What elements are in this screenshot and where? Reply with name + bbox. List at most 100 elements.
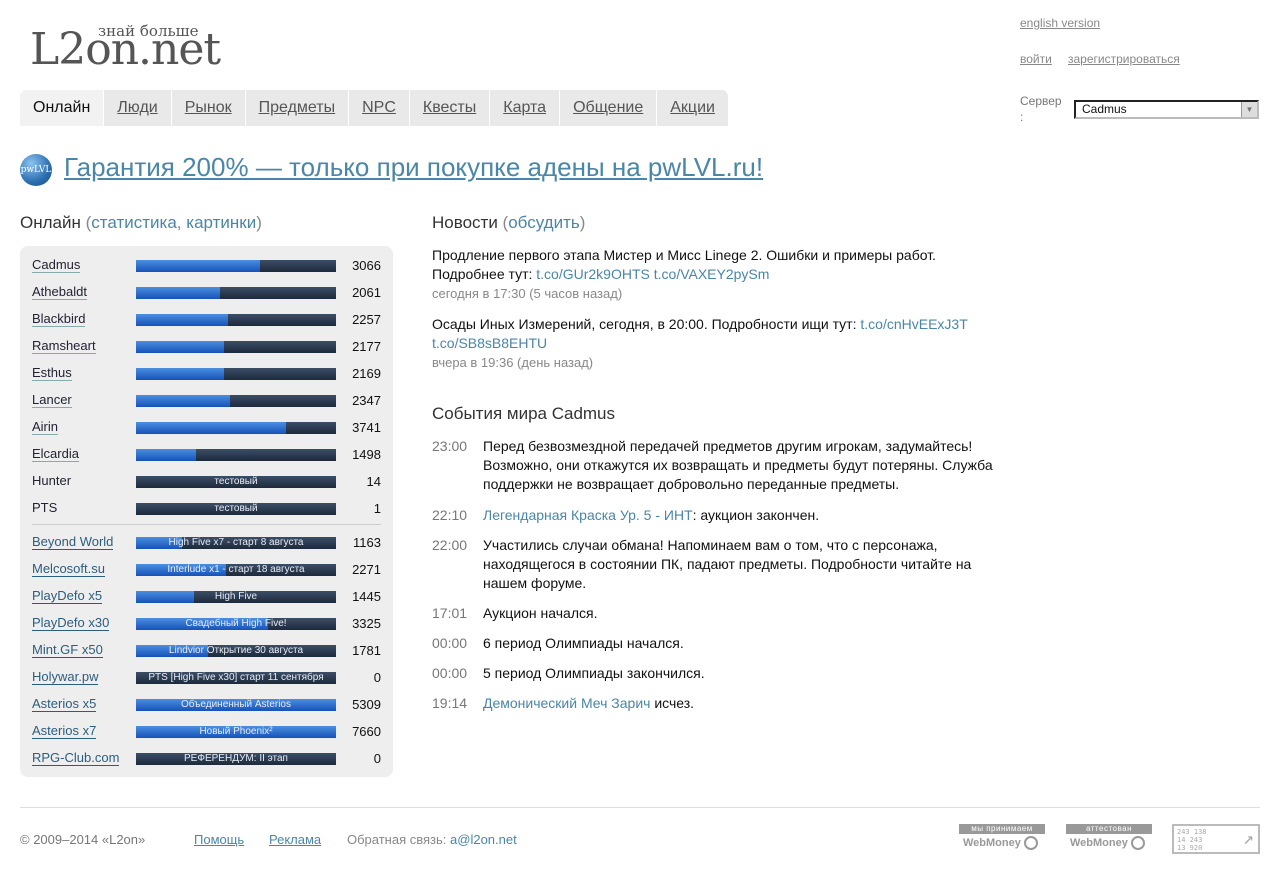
news-link[interactable]: t.co/GUr2k9OHTS <box>536 266 650 282</box>
event-time: 22:10 <box>432 507 468 523</box>
external-arrow-icon: ↗ <box>1243 828 1254 849</box>
chevron-down-icon[interactable]: ▼ <box>1241 102 1257 117</box>
event-item-link[interactable]: Демонический Меч Зарич <box>483 695 650 711</box>
server-name-link[interactable]: Elcardia <box>32 447 79 462</box>
promo-banner-link[interactable]: Гарантия 200% — только при покупке адены… <box>64 152 763 183</box>
event-item-link[interactable]: Легендарная Краска Ур. 5 - ИНТ <box>483 507 693 523</box>
event-text: Перед безвозмездной передачей предметов … <box>483 438 993 492</box>
server-select[interactable]: Cadmus ▼ <box>1074 100 1259 119</box>
feedback-email-link[interactable]: a@l2on.net <box>450 832 517 847</box>
online-bar-fill <box>136 341 224 353</box>
server-name-link[interactable]: Lancer <box>32 393 72 408</box>
server-name-link[interactable]: PlayDefo x30 <box>32 616 110 631</box>
online-bar-fill <box>136 314 228 326</box>
server-name-link[interactable]: Esthus <box>32 366 72 381</box>
server-name-link[interactable]: Holywar.pw <box>32 670 99 685</box>
tab-online[interactable]: Онлайн <box>20 90 105 126</box>
paren: ) <box>256 213 262 232</box>
online-bar-fill <box>136 260 260 272</box>
online-count: 2257 <box>352 312 381 327</box>
online-count: 0 <box>373 751 381 766</box>
tab-promotions[interactable]: Акции <box>657 90 729 126</box>
server-row: Cadmus 3066 <box>32 256 381 276</box>
footer-divider <box>20 807 1260 808</box>
online-bar <box>136 395 336 407</box>
event-text: Участились случаи обмана! Напоминаем вам… <box>483 537 972 591</box>
online-bar: тестовый <box>136 476 336 488</box>
online-bar-label: High Five x7 - старт 8 августа <box>168 537 304 548</box>
english-version-link[interactable]: english version <box>1020 16 1100 30</box>
pwlvl-logo-icon: pwLVL <box>20 154 52 186</box>
visit-counter[interactable]: 243 138 14 243 13 920 ↗ <box>1172 824 1260 854</box>
paren: ) <box>579 213 586 232</box>
online-count: 3741 <box>352 420 381 435</box>
site-logo[interactable]: знай больше L2on.net <box>30 22 221 72</box>
online-bar: High Five x7 - старт 8 августа <box>136 537 336 549</box>
server-name-link[interactable]: RPG-Club.com <box>32 751 120 766</box>
tab-items[interactable]: Предметы <box>245 90 350 126</box>
online-bar: Свадебный High Five! <box>136 618 336 630</box>
server-name-link: PTS <box>32 500 58 515</box>
server-label: Сервер : <box>1020 94 1062 124</box>
server-name-link[interactable]: Beyond World <box>32 535 114 550</box>
tab-quests[interactable]: Квесты <box>409 90 491 126</box>
webmoney-accept-badge[interactable]: мы принимаем WebMoney <box>959 824 1045 853</box>
discuss-link[interactable]: обсудить <box>508 213 580 232</box>
server-name-link[interactable]: Asterios x5 <box>32 697 97 712</box>
pictures-link[interactable]: картинки <box>186 213 256 232</box>
online-count: 2177 <box>352 339 381 354</box>
online-bar-fill <box>136 287 220 299</box>
online-bar-label: PTS [High Five x30] старт 11 сентября <box>148 672 324 683</box>
server-name-link[interactable]: Blackbird <box>32 312 86 327</box>
webmoney-attested-badge[interactable]: аттестован WebMoney <box>1066 824 1152 853</box>
online-heading: Онлайн (статистика, картинки) <box>20 213 262 233</box>
event-time: 22:00 <box>432 537 468 553</box>
online-bar-fill <box>136 422 286 434</box>
server-name-link[interactable]: PlayDefo x5 <box>32 589 103 604</box>
news-title: Новости <box>432 213 498 232</box>
login-link[interactable]: войти <box>1020 52 1052 66</box>
badge-bottom-text: WebMoney <box>1070 837 1128 849</box>
online-bar-label: Lindvior Открытие 30 августа <box>168 645 304 656</box>
online-bar <box>136 449 336 461</box>
online-bar-label: Новый Phoenix² <box>199 726 273 737</box>
ads-link[interactable]: Реклама <box>269 832 321 847</box>
server-name-link[interactable]: Cadmus <box>32 258 81 273</box>
online-bar: PTS [High Five x30] старт 11 сентября <box>136 672 336 684</box>
event-text: 5 период Олимпиады закончился. <box>483 665 705 681</box>
badge-top-text: аттестован <box>1066 824 1152 834</box>
online-bar <box>136 287 336 299</box>
events-heading: События мира Cadmus <box>432 404 616 423</box>
server-row: Mint.GF x50 Lindvior Открытие 30 августа 1… <box>32 641 381 661</box>
tab-map[interactable]: Карта <box>490 90 561 126</box>
online-count: 2061 <box>352 285 381 300</box>
server-name-link[interactable]: Ramsheart <box>32 339 96 354</box>
server-row: Melcosoft.su Interlude x1 - старт 18 авгу… <box>32 560 381 580</box>
tab-market[interactable]: Рынок <box>171 90 246 126</box>
server-name-link[interactable]: Athebaldt <box>32 285 87 300</box>
divider <box>32 524 381 525</box>
news-link[interactable]: t.co/SB8sB8EHTU <box>432 335 547 351</box>
statistics-link[interactable]: статистика <box>91 213 177 232</box>
help-link[interactable]: Помощь <box>194 832 244 847</box>
tab-people[interactable]: Люди <box>104 90 172 126</box>
server-name-link: Hunter <box>32 473 72 488</box>
online-bar: Новый Phoenix² <box>136 726 336 738</box>
online-count: 3325 <box>352 616 381 631</box>
online-count: 2169 <box>352 366 381 381</box>
server-row: Asterios x7 Новый Phoenix² 7660 <box>32 722 381 742</box>
online-count: 5309 <box>352 697 381 712</box>
server-name-link[interactable]: Asterios x7 <box>32 724 97 739</box>
news-link[interactable]: t.co/VAXEY2pySm <box>654 266 770 282</box>
server-name-link[interactable]: Airin <box>32 420 59 435</box>
news-link[interactable]: t.co/cnHvEExJ3T <box>860 316 967 332</box>
server-name-link[interactable]: Melcosoft.su <box>32 562 105 577</box>
online-bar-label: РЕФЕРЕНДУМ: II этап <box>184 753 288 764</box>
tab-forum[interactable]: Общение <box>560 90 658 126</box>
feedback-label: Обратная связь: <box>347 832 447 847</box>
server-row: Elcardia 1498 <box>32 445 381 465</box>
register-link[interactable]: зарегистрироваться <box>1068 52 1180 66</box>
server-name-link[interactable]: Mint.GF x50 <box>32 643 103 658</box>
tab-npc[interactable]: NPC <box>349 90 410 126</box>
online-bar-label: High Five <box>214 591 258 602</box>
